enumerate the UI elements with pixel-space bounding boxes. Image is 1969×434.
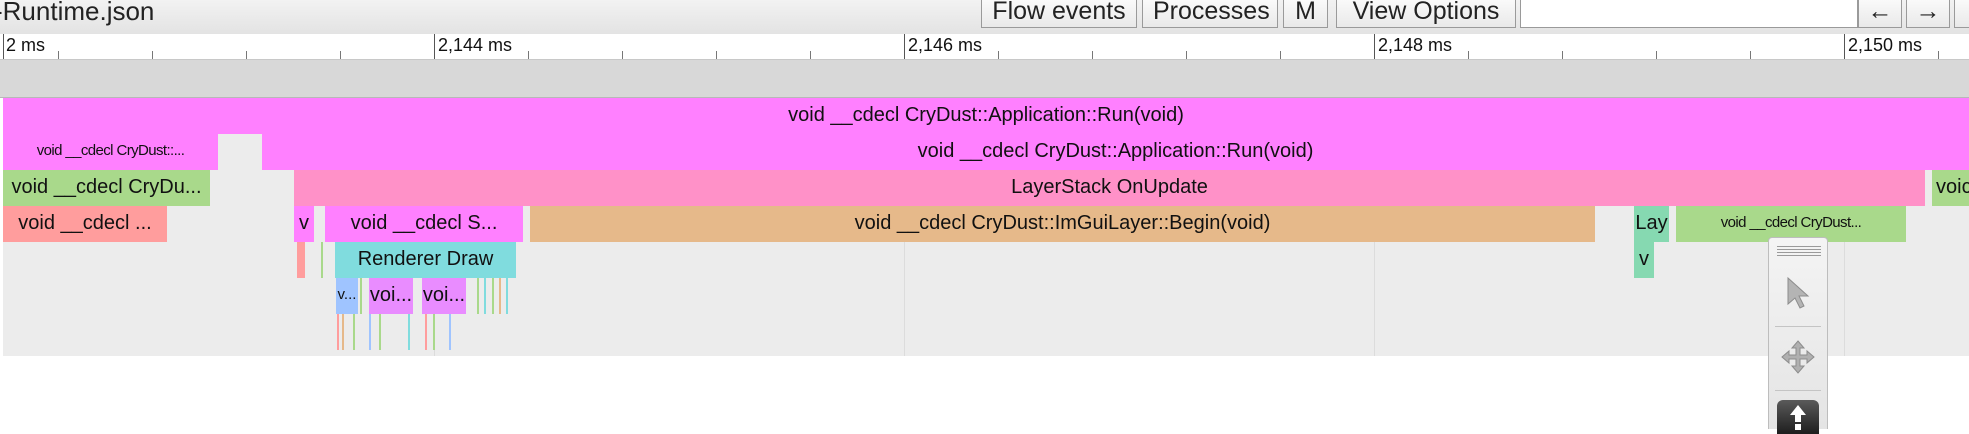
slice-tiny[interactable] bbox=[433, 314, 435, 350]
slice-tiny[interactable] bbox=[297, 242, 305, 278]
slice-crydust-green[interactable]: void __cdecl CryDu... bbox=[3, 170, 210, 206]
slice-tiny[interactable] bbox=[484, 278, 486, 314]
slice-application-run-short[interactable]: void __cdecl CryDust::... bbox=[3, 134, 218, 170]
pan-tool-button[interactable] bbox=[1772, 332, 1824, 382]
ruler-minor-tick bbox=[152, 51, 153, 59]
slice-lay[interactable]: Lay bbox=[1634, 206, 1669, 242]
slice-tiny[interactable] bbox=[477, 278, 479, 314]
ruler-label: 2,146 ms bbox=[908, 35, 983, 55]
ruler-major-tick bbox=[3, 34, 4, 59]
ruler-minor-tick bbox=[1750, 51, 1751, 59]
toolbox-drag-grip-icon[interactable] bbox=[1777, 246, 1821, 256]
slice-tiny[interactable] bbox=[408, 314, 410, 350]
processes-button[interactable]: Processes bbox=[1142, 0, 1278, 28]
slice-application-run-main[interactable]: void __cdecl CryDust::Application::Run(v… bbox=[262, 134, 1969, 170]
slice-tiny[interactable] bbox=[337, 314, 339, 350]
slice-renderer-draw[interactable]: Renderer Draw bbox=[335, 242, 516, 278]
pointer-arrow-icon bbox=[1787, 276, 1810, 309]
mouse-mode-toolbox[interactable] bbox=[1768, 237, 1828, 434]
ruler-label: 2 ms bbox=[6, 35, 46, 55]
ruler-minor-tick bbox=[716, 51, 717, 59]
slice-tiny[interactable] bbox=[506, 278, 508, 314]
ruler-label: 2,144 ms bbox=[438, 35, 513, 55]
metadata-button[interactable]: M bbox=[1283, 0, 1328, 28]
slice-tiny[interactable] bbox=[353, 314, 355, 350]
ruler-minor-tick bbox=[528, 51, 529, 59]
time-ruler[interactable]: 2 ms 2,144 ms 2,146 ms 2,148 ms 2,150 ms bbox=[0, 34, 1969, 60]
ruler-minor-tick bbox=[1280, 51, 1281, 59]
ruler-minor-tick bbox=[1656, 51, 1657, 59]
ruler-minor-tick bbox=[622, 51, 623, 59]
ruler-major-tick bbox=[1374, 34, 1375, 59]
ruler-major-tick bbox=[1844, 34, 1845, 59]
move-arrows-icon bbox=[1781, 340, 1815, 374]
slice-tiny[interactable] bbox=[449, 314, 451, 350]
slice-void-cdecl-s[interactable]: void __cdecl S... bbox=[325, 206, 523, 242]
view-options-button[interactable]: View Options bbox=[1336, 0, 1516, 28]
ruler-major-tick bbox=[434, 34, 435, 59]
slice-void-cdecl-salmon[interactable]: void __cdecl ... bbox=[3, 206, 167, 242]
ruler-minor-tick bbox=[1186, 51, 1187, 59]
ruler-minor-tick bbox=[1468, 51, 1469, 59]
slice-tiny[interactable] bbox=[360, 278, 362, 314]
thread-track[interactable]: void __cdecl CryDust::Application::Run(v… bbox=[3, 98, 1969, 356]
search-input[interactable] bbox=[1520, 0, 1858, 28]
ruler-label: 2,150 ms bbox=[1848, 35, 1923, 55]
slice-tiny[interactable] bbox=[379, 314, 381, 350]
slice-tiny[interactable] bbox=[425, 314, 427, 350]
slice-tiny[interactable] bbox=[321, 242, 323, 278]
toolbox-separator bbox=[1775, 326, 1821, 327]
slice-imguilayer-begin[interactable]: void __cdecl CryDust::ImGuiLayer::Begin(… bbox=[530, 206, 1595, 242]
ruler-label: 2,148 ms bbox=[1378, 35, 1453, 55]
ruler-minor-tick bbox=[1562, 51, 1563, 59]
slice-tiny[interactable] bbox=[499, 278, 501, 314]
slice-tiny[interactable] bbox=[492, 278, 494, 314]
toolbar-overflow-button[interactable] bbox=[1954, 0, 1969, 28]
toolbox-separator bbox=[1775, 390, 1821, 391]
slice-v-mint[interactable]: v bbox=[1634, 242, 1654, 278]
trace-file-title: -Runtime.json bbox=[0, 0, 155, 26]
top-toolbar: -Runtime.json Flow events Processes M Vi… bbox=[0, 0, 1969, 34]
pointer-tool-button[interactable] bbox=[1772, 268, 1824, 318]
ruler-minor-tick bbox=[340, 51, 341, 59]
ruler-minor-tick bbox=[246, 51, 247, 59]
flow-events-button[interactable]: Flow events bbox=[981, 0, 1137, 28]
slice-voi-1[interactable]: voi... bbox=[369, 278, 413, 314]
slice-tiny[interactable] bbox=[342, 314, 344, 350]
slice-v-magenta[interactable]: v bbox=[294, 206, 314, 242]
slice-void-right[interactable]: voic bbox=[1932, 170, 1969, 206]
slice-v-blue[interactable]: v... bbox=[336, 278, 358, 314]
slice-voi-2[interactable]: voi... bbox=[422, 278, 466, 314]
process-header-band[interactable] bbox=[0, 60, 1969, 98]
ruler-minor-tick bbox=[810, 51, 811, 59]
ruler-minor-tick bbox=[58, 51, 59, 59]
slice-application-run[interactable]: void __cdecl CryDust::Application::Run(v… bbox=[3, 98, 1969, 134]
zoom-tool-button[interactable] bbox=[1772, 396, 1824, 434]
ruler-major-tick bbox=[904, 34, 905, 59]
slice-tiny[interactable] bbox=[369, 314, 371, 350]
forward-arrow-button[interactable]: → bbox=[1906, 0, 1950, 28]
ruler-minor-tick bbox=[998, 51, 999, 59]
ruler-minor-tick bbox=[1938, 51, 1939, 59]
ruler-minor-tick bbox=[1092, 51, 1093, 59]
back-arrow-button[interactable]: ← bbox=[1858, 0, 1902, 28]
slice-layerstack-onupdate[interactable]: LayerStack OnUpdate bbox=[294, 170, 1925, 206]
